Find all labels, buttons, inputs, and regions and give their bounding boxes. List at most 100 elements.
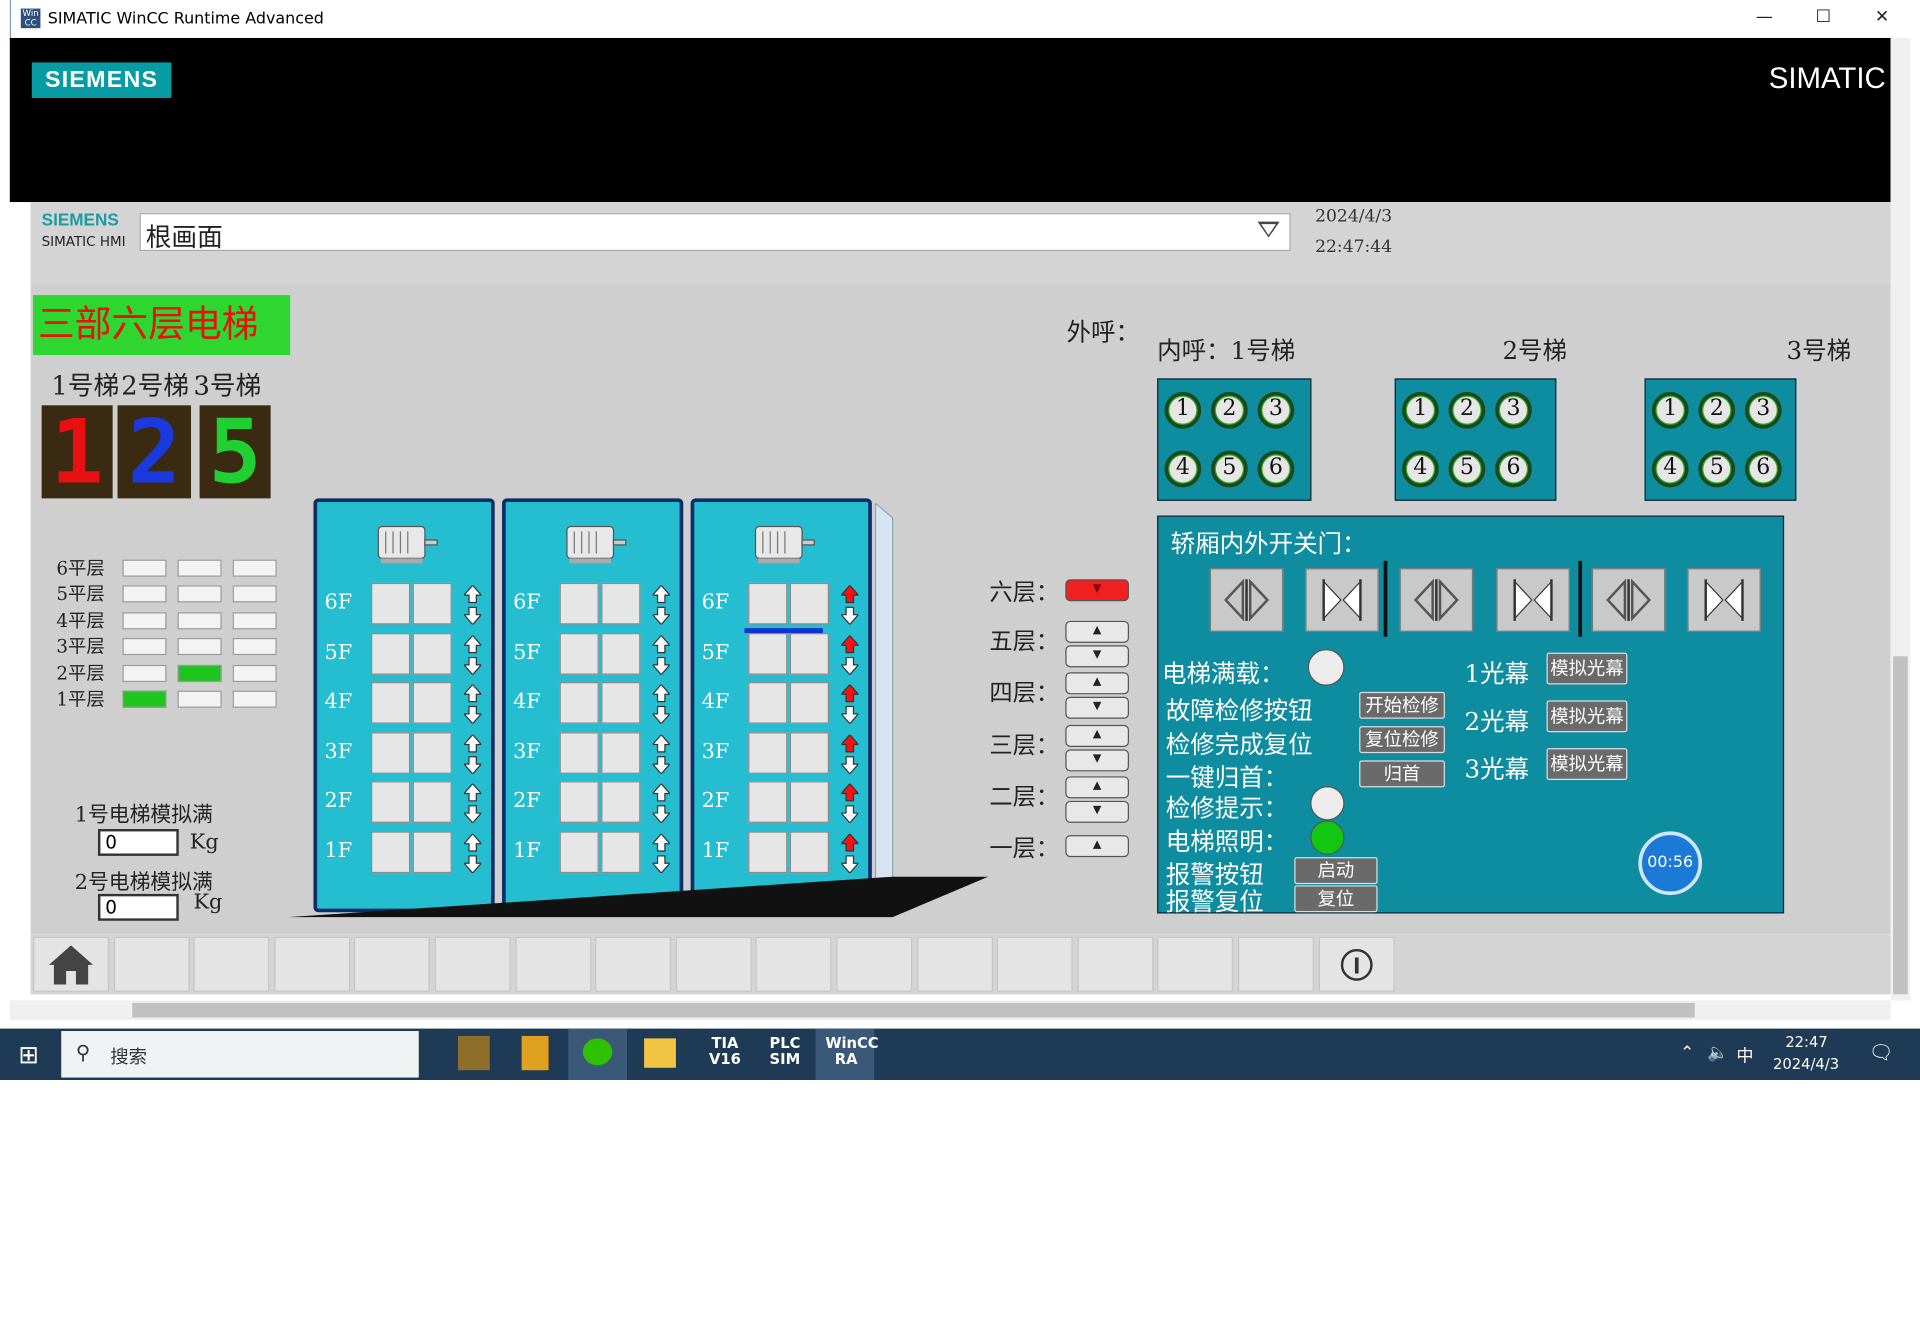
door-open-button[interactable] bbox=[1399, 568, 1474, 632]
outer-call-label: 外呼： bbox=[1066, 317, 1141, 347]
info-button[interactable] bbox=[1318, 936, 1395, 992]
outer-call-floor-label: 三层： bbox=[989, 732, 1060, 760]
function-key-button[interactable] bbox=[434, 936, 511, 992]
outer-call-up-button[interactable] bbox=[1065, 620, 1129, 643]
floor-number: 5 bbox=[1453, 455, 1481, 483]
door-open-button[interactable] bbox=[1209, 568, 1284, 632]
outer-call-down-button[interactable] bbox=[1065, 749, 1129, 772]
floor-4-button[interactable]: 4 bbox=[1651, 450, 1689, 488]
function-key-button[interactable] bbox=[1077, 936, 1154, 992]
close-button[interactable]: ✕ bbox=[1858, 7, 1907, 31]
plcsim-icon[interactable]: PLC SIM bbox=[764, 1035, 806, 1068]
function-key-button[interactable] bbox=[274, 936, 350, 992]
screen-selector[interactable]: 根画面 bbox=[139, 213, 1291, 252]
maximize-button[interactable]: ☐ bbox=[1799, 7, 1848, 31]
floor-digit: 1 bbox=[50, 400, 104, 504]
door-close-button[interactable] bbox=[1687, 568, 1761, 632]
function-key-button[interactable] bbox=[675, 936, 752, 992]
page-title: 三部六层电梯 bbox=[33, 295, 291, 356]
function-key-button[interactable] bbox=[996, 936, 1073, 992]
floor-4-button[interactable]: 4 bbox=[1164, 450, 1202, 488]
ime-indicator[interactable]: 中 bbox=[1736, 1043, 1753, 1067]
floor-5-button[interactable]: 5 bbox=[1211, 450, 1248, 488]
tia-portal-icon[interactable]: TIA V16 bbox=[705, 1035, 744, 1068]
outer-call-down-button[interactable] bbox=[1065, 696, 1129, 719]
inner-call-panel: 123 456 bbox=[1394, 378, 1557, 501]
floor-1-button[interactable]: 1 bbox=[1651, 391, 1689, 429]
alarm-start-button[interactable]: 启动 bbox=[1294, 857, 1378, 885]
vertical-scrollbar[interactable] bbox=[1890, 37, 1911, 1001]
function-key-button[interactable] bbox=[755, 936, 832, 992]
floor-2-button[interactable]: 2 bbox=[1698, 391, 1736, 429]
clock-date[interactable]: 2024/4/3 bbox=[1773, 1056, 1839, 1073]
weight2-label: 2号电梯模拟满 bbox=[74, 870, 213, 896]
outer-call-up-button[interactable] bbox=[1065, 724, 1129, 747]
outer-call-up-button[interactable] bbox=[1065, 672, 1129, 695]
floor-6-button[interactable]: 6 bbox=[1495, 450, 1532, 488]
taskbar-search[interactable]: ⚲ 搜索 bbox=[61, 1031, 419, 1078]
function-key-button[interactable] bbox=[595, 936, 672, 992]
reset-maintenance-button[interactable]: 复位检修 bbox=[1359, 726, 1445, 754]
outer-call-down-button[interactable] bbox=[1065, 579, 1129, 602]
alarm-reset-button[interactable]: 复位 bbox=[1294, 885, 1378, 913]
windows-taskbar: ⊞ ⚲ 搜索 TIA V16 PLC SIM WinCC RA ⌃ 🔈 中 22… bbox=[0, 1028, 1920, 1081]
notification-icon[interactable]: 🗨 bbox=[1869, 1041, 1894, 1064]
wincc-task[interactable]: WinCC RA bbox=[815, 1028, 879, 1081]
timer-badge[interactable]: 00:56 bbox=[1638, 831, 1703, 896]
wechat-icon[interactable] bbox=[568, 1028, 627, 1081]
floor-3-button[interactable]: 3 bbox=[1257, 391, 1295, 429]
vertical-scroll-thumb[interactable] bbox=[1893, 656, 1908, 995]
outer-call-up-button[interactable] bbox=[1065, 835, 1129, 858]
floor-5-button[interactable]: 5 bbox=[1698, 450, 1736, 488]
floor-4-button[interactable]: 4 bbox=[1402, 450, 1439, 488]
floor-5-button[interactable]: 5 bbox=[1448, 450, 1486, 488]
outer-call-down-button[interactable] bbox=[1065, 800, 1129, 823]
minimize-button[interactable]: — bbox=[1740, 7, 1789, 31]
floor-2-button[interactable]: 2 bbox=[1211, 391, 1248, 429]
horizontal-scrollbar[interactable] bbox=[9, 1000, 1891, 1021]
outer-call-up-button[interactable] bbox=[1065, 776, 1129, 799]
floor-6-button[interactable]: 6 bbox=[1257, 450, 1295, 488]
function-key-button[interactable] bbox=[354, 936, 431, 992]
windows-start-icon[interactable]: ⊞ bbox=[18, 1040, 39, 1069]
function-key-button[interactable] bbox=[1237, 936, 1314, 992]
function-key-button[interactable] bbox=[1157, 936, 1234, 992]
level-indicator bbox=[177, 585, 222, 603]
chevron-up-icon[interactable]: ⌃ bbox=[1680, 1043, 1694, 1063]
home-button[interactable]: 归首 bbox=[1359, 760, 1445, 788]
floor-3-button[interactable]: 3 bbox=[1744, 391, 1782, 429]
function-key-button[interactable] bbox=[193, 936, 270, 992]
simulate-curtain-button[interactable]: 模拟光幕 bbox=[1546, 652, 1628, 685]
door-panel-title: 轿厢内外开关门： bbox=[1170, 528, 1367, 559]
start-maintenance-button[interactable]: 开始检修 bbox=[1359, 691, 1445, 719]
floor-number: 2 bbox=[1215, 396, 1243, 424]
folder-icon[interactable] bbox=[644, 1038, 676, 1068]
horizontal-scroll-thumb[interactable] bbox=[132, 1002, 1695, 1018]
elevator2-label: 2号梯 bbox=[121, 371, 190, 401]
app-icon[interactable] bbox=[457, 1035, 490, 1071]
door-close-button[interactable] bbox=[1496, 568, 1570, 632]
function-key-button[interactable] bbox=[916, 936, 993, 992]
repair-label: 检修完成复位 bbox=[1165, 729, 1313, 760]
function-key-button[interactable] bbox=[836, 936, 913, 992]
weight2-input[interactable]: 0 bbox=[97, 893, 179, 921]
floor-digit-display: 1 bbox=[41, 400, 113, 503]
function-key-button[interactable] bbox=[515, 936, 591, 992]
door-close-button[interactable] bbox=[1305, 568, 1379, 632]
speaker-icon[interactable]: 🔈 bbox=[1707, 1043, 1728, 1063]
door-open-button[interactable] bbox=[1591, 568, 1666, 632]
app-icon[interactable] bbox=[521, 1035, 549, 1071]
outer-call-down-button[interactable] bbox=[1065, 645, 1129, 668]
weight1-input[interactable]: 0 bbox=[97, 828, 179, 856]
clock-time[interactable]: 22:47 bbox=[1785, 1033, 1827, 1050]
floor-1-button[interactable]: 1 bbox=[1164, 391, 1202, 429]
floor-3-button[interactable]: 3 bbox=[1495, 391, 1532, 429]
floor-1-button[interactable]: 1 bbox=[1402, 391, 1439, 429]
simulate-curtain-button[interactable]: 模拟光幕 bbox=[1546, 748, 1628, 781]
chevron-down-icon[interactable] bbox=[1257, 221, 1280, 238]
floor-6-button[interactable]: 6 bbox=[1744, 450, 1782, 488]
floor-2-button[interactable]: 2 bbox=[1448, 391, 1486, 429]
simulate-curtain-button[interactable]: 模拟光幕 bbox=[1546, 700, 1628, 733]
home-button[interactable] bbox=[33, 936, 109, 992]
function-key-button[interactable] bbox=[113, 936, 190, 992]
